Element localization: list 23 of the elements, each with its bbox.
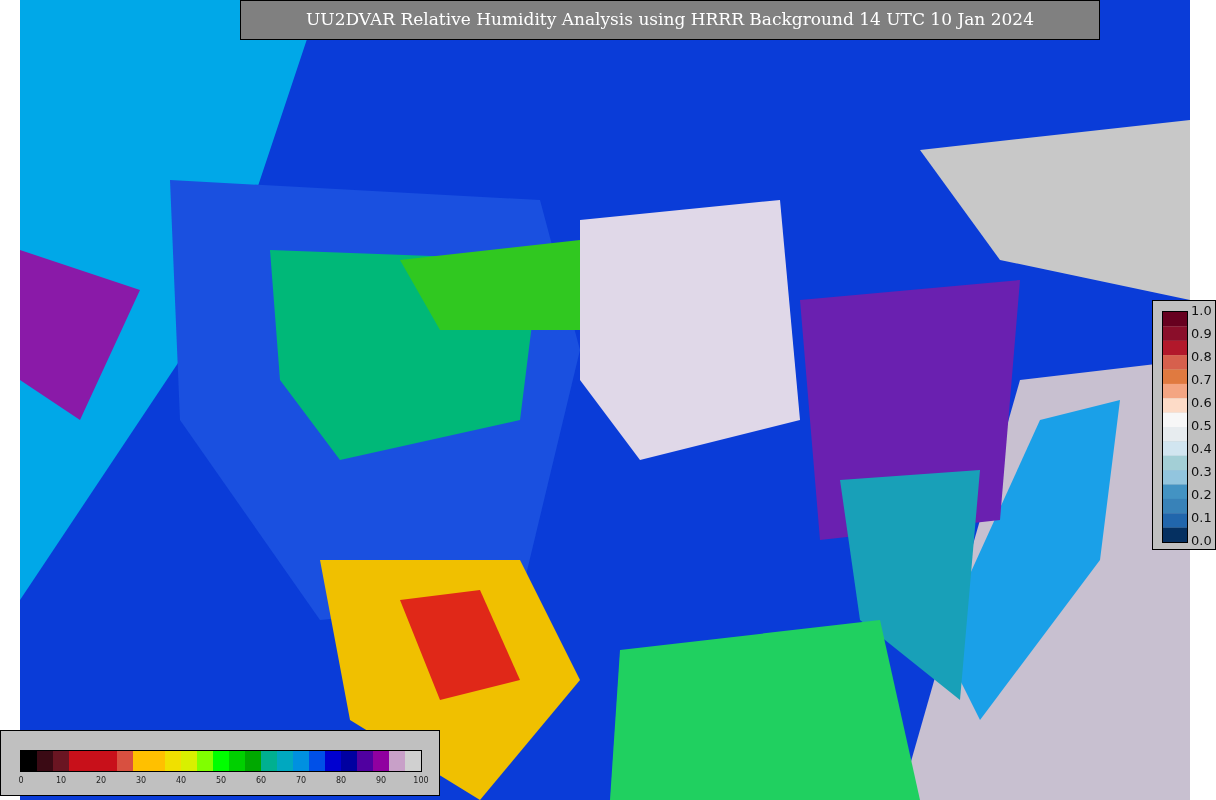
scale-tick-label: 1.0	[1191, 304, 1212, 318]
scale-tick-label: 0.7	[1191, 373, 1212, 387]
scale-tick-label: 90	[375, 775, 387, 787]
scale-tick-label: 30	[135, 775, 147, 787]
scale-tick-label: 0	[18, 775, 24, 787]
scale-tick-label: 0.9	[1191, 327, 1212, 341]
scale-tick-label: 0.1	[1191, 511, 1212, 525]
scale-tick-label: 80	[335, 775, 347, 787]
scale-tick-label: 50	[215, 775, 227, 787]
scale-tick-label: 100	[413, 775, 429, 787]
scale-tick-label: 0.6	[1191, 396, 1212, 410]
scale-tick-label: 70	[295, 775, 307, 787]
scale-tick-label: 40	[175, 775, 187, 787]
map-title: UU2DVAR Relative Humidity Analysis using HRRR Background 14 UTC 10 Jan 2024	[240, 0, 1100, 40]
scale-tick-label: 60	[255, 775, 267, 787]
scale-tick-label: 10	[55, 775, 67, 787]
scale-tick-label: 20	[95, 775, 107, 787]
scale-tick-label: 0.5	[1191, 419, 1212, 433]
scale-tick-label: 0.0	[1191, 534, 1212, 548]
scale-tick-label: 0.2	[1191, 488, 1212, 502]
scale-tick-label: 0.4	[1191, 442, 1212, 456]
scale-tick-label: 0.8	[1191, 350, 1212, 364]
scale-tick-label: 0.3	[1191, 465, 1212, 479]
